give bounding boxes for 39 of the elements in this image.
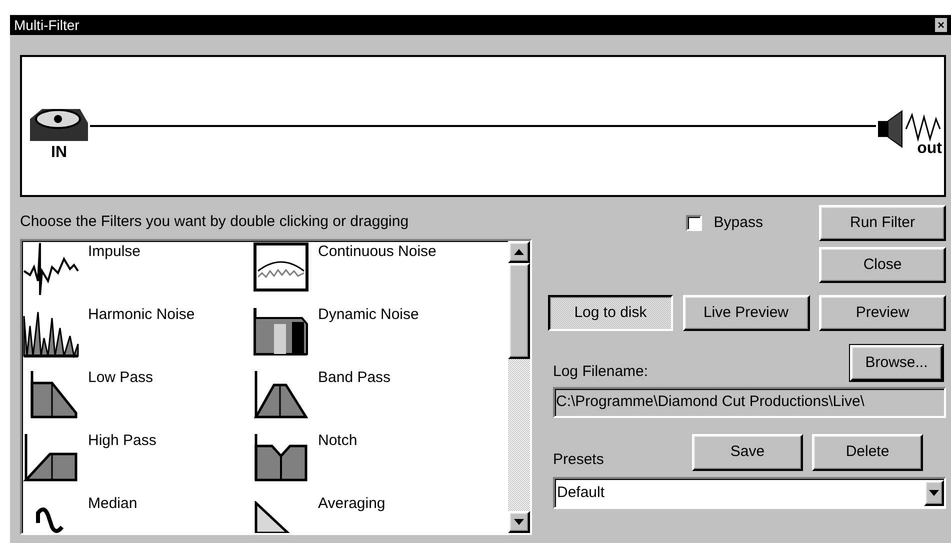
browse-button[interactable]: Browse...	[850, 345, 943, 381]
filter-item[interactable]: Averaging	[252, 492, 508, 532]
filter-item[interactable]: Notch	[252, 430, 508, 492]
close-dialog-button[interactable]: Close	[819, 247, 946, 283]
filter-item[interactable]: Harmonic Noise	[22, 304, 252, 366]
filter-item[interactable]: Dynamic Noise	[252, 304, 508, 366]
log-filename-field[interactable]: C:\Programme\Diamond Cut Productions\Live\	[553, 387, 946, 418]
filter-item[interactable]: Low Pass	[22, 366, 252, 430]
close-button[interactable]: ×	[935, 18, 947, 32]
bypass-checkbox[interactable]: Bypass	[686, 212, 763, 234]
input-label: IN	[51, 145, 67, 161]
filter-item[interactable]: High Pass	[22, 430, 252, 492]
presets-label: Presets	[553, 450, 605, 470]
log-filename-label: Log Filename:	[553, 362, 648, 382]
scroll-thumb[interactable]	[508, 262, 530, 358]
filter-item[interactable]: Impulse	[22, 240, 252, 304]
scroll-up-button[interactable]	[508, 240, 530, 262]
checkbox[interactable]	[686, 215, 702, 231]
down-arrow-icon	[514, 518, 524, 524]
filter-item[interactable]: Band Pass	[252, 366, 508, 430]
filter-item[interactable]: Median	[22, 492, 252, 532]
preview-button[interactable]: Preview	[819, 295, 946, 331]
scroll-down-button[interactable]	[508, 510, 530, 532]
delete-button[interactable]: Delete	[812, 434, 923, 471]
down-arrow-icon	[929, 490, 939, 496]
waveform-icon	[22, 240, 80, 294]
save-button[interactable]: Save	[692, 434, 803, 471]
up-arrow-icon	[514, 248, 524, 254]
filter-item[interactable]: Continuous Noise	[252, 240, 508, 304]
dropdown-button[interactable]	[924, 480, 944, 506]
live-preview-button[interactable]: Live Preview	[682, 295, 810, 331]
instructions-text: Choose the Filters you want by double clicking or dragging	[20, 212, 410, 232]
log-to-disk-toggle[interactable]: Log to disk	[548, 295, 673, 331]
run-filter-button[interactable]: Run Filter	[819, 205, 946, 241]
presets-dropdown[interactable]: Default	[553, 477, 946, 509]
scrollbar[interactable]	[508, 240, 530, 532]
output-label: out	[917, 141, 942, 157]
window-title: Multi-Filter	[14, 16, 80, 34]
slope-icon	[254, 500, 290, 532]
